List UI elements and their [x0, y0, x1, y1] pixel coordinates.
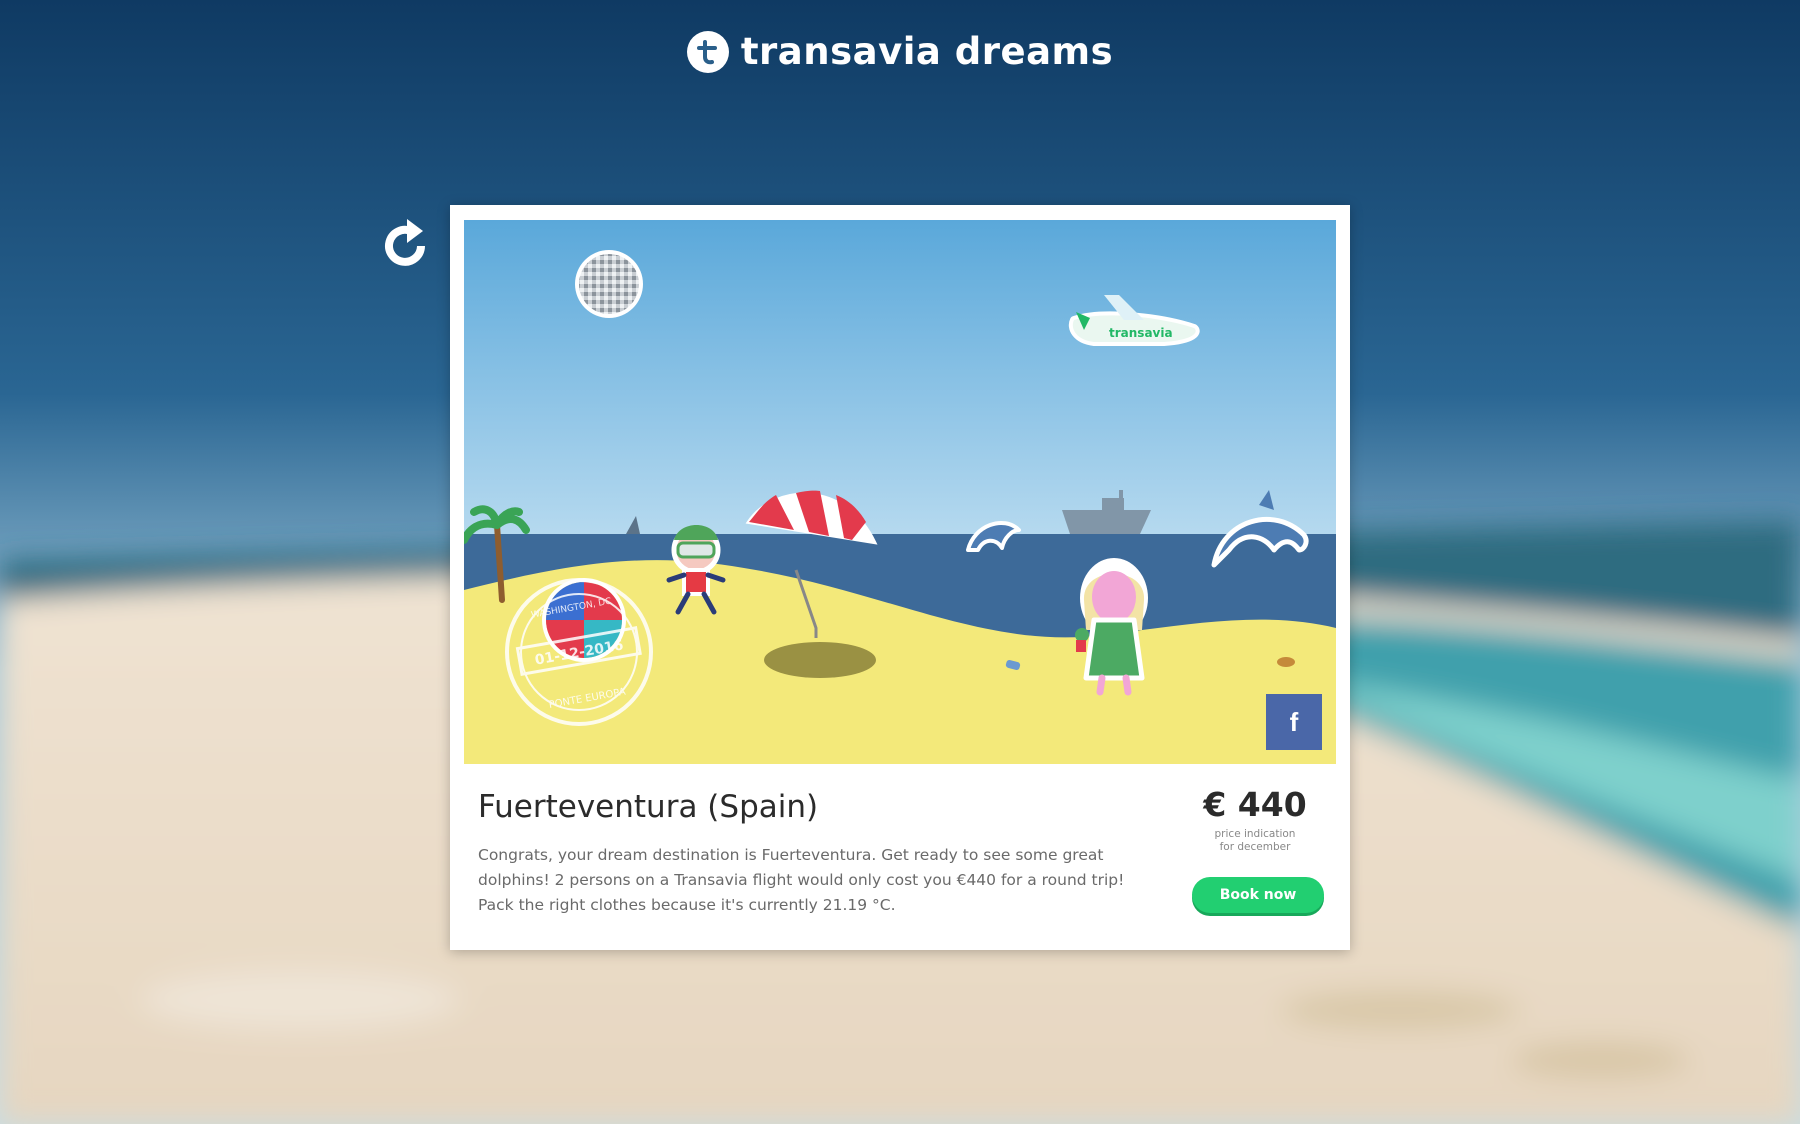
facebook-share-button[interactable]: f [1266, 694, 1322, 750]
shell [1277, 657, 1295, 667]
transavia-logo-icon [686, 30, 729, 73]
price-note-line2: for december [1219, 841, 1291, 853]
dream-illustration: transavia 01-12-2016 WASHINGTON, DC PONT… [464, 220, 1336, 764]
facebook-icon: f [1289, 706, 1299, 737]
disco-ball [575, 250, 643, 318]
book-now-button[interactable]: Book now [1192, 877, 1324, 913]
brand-name: transavia dreams [740, 30, 1114, 73]
price-amount: € 440 [1203, 785, 1307, 824]
plane-label: transavia [1109, 326, 1173, 340]
destination-description: Congrats, your dream destination is Fuer… [478, 846, 1125, 914]
price-box: € 440 price indication for december [1180, 785, 1330, 854]
price-note-line1: price indication [1214, 828, 1296, 840]
destination-title: Fuerteventura (Spain) [478, 789, 819, 825]
result-card: transavia 01-12-2016 WASHINGTON, DC PONT… [450, 205, 1350, 950]
reload-button[interactable] [381, 216, 437, 276]
girl-character [1075, 558, 1148, 696]
reload-icon [385, 219, 425, 266]
price-note: price indication for december [1180, 828, 1330, 854]
transavia-logo[interactable]: transavia dreams [0, 30, 1800, 73]
